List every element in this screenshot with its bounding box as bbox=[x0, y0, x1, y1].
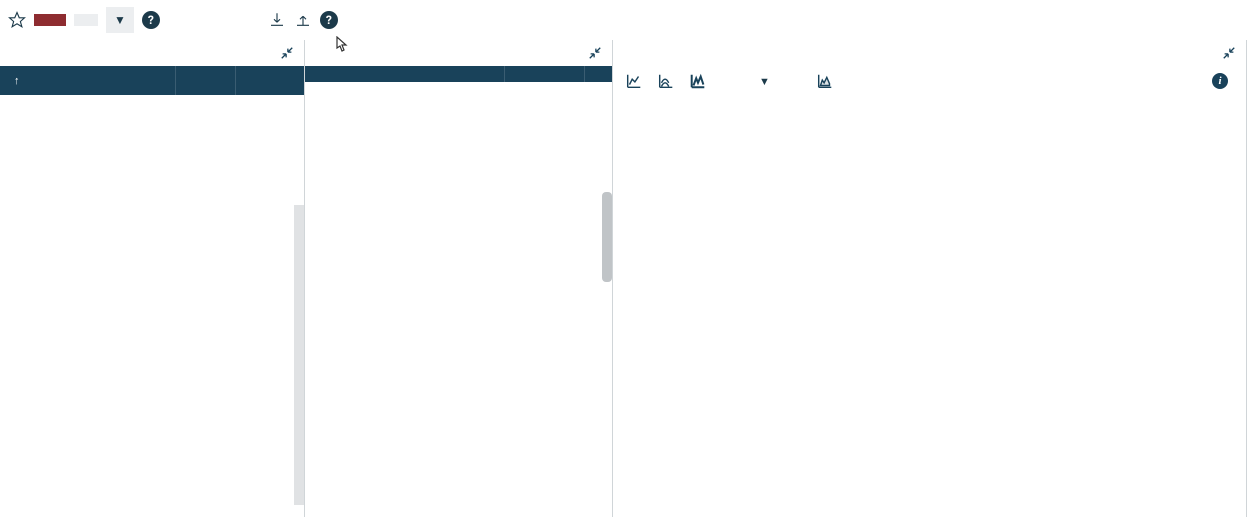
chart-area-icon[interactable] bbox=[816, 72, 834, 90]
apply-plate-link[interactable] bbox=[244, 16, 260, 24]
chart-overlay-icon[interactable] bbox=[625, 72, 643, 90]
chart-single-icon[interactable] bbox=[689, 72, 707, 90]
help-icon-2[interactable]: ? bbox=[320, 11, 338, 29]
metabolites-panel bbox=[305, 40, 613, 517]
collapse-icon[interactable] bbox=[588, 46, 602, 60]
wells-col-well[interactable] bbox=[176, 66, 236, 95]
wells-table-head: ↑ bbox=[0, 66, 304, 95]
wells-col-sample[interactable]: ↑ bbox=[0, 66, 176, 95]
integrate-button[interactable] bbox=[34, 14, 66, 26]
metabolites-col-name[interactable] bbox=[305, 66, 505, 82]
chevron-down-icon: ▼ bbox=[759, 75, 770, 88]
scrollbar-track[interactable] bbox=[294, 205, 304, 505]
help-icon[interactable]: ? bbox=[142, 11, 160, 29]
chromatograms-panel: ▼ i bbox=[613, 40, 1247, 517]
upload-icon[interactable] bbox=[294, 11, 312, 29]
metabolites-table-head bbox=[305, 66, 612, 82]
chart-area[interactable] bbox=[613, 96, 1246, 517]
wells-panel: ↑ bbox=[0, 40, 305, 517]
chart-stack-icon[interactable] bbox=[657, 72, 675, 90]
autopick-caret[interactable]: ▼ bbox=[106, 7, 134, 33]
layout-mode-dropdown[interactable]: ▼ bbox=[753, 75, 770, 88]
autopick-dropdown[interactable] bbox=[74, 14, 98, 26]
info-icon: i bbox=[1212, 73, 1228, 89]
apply-default-link[interactable] bbox=[220, 16, 236, 24]
wells-table-body[interactable] bbox=[0, 95, 304, 517]
chroma-toolbar: ▼ i bbox=[613, 66, 1246, 96]
default-mode-indicator[interactable]: i bbox=[1212, 73, 1234, 89]
favorite-star-icon[interactable] bbox=[8, 11, 26, 29]
collapse-icon[interactable] bbox=[1222, 46, 1236, 60]
sort-asc-icon: ↑ bbox=[14, 74, 20, 87]
scrollbar-thumb[interactable] bbox=[602, 192, 612, 282]
chromatogram-chart[interactable] bbox=[633, 114, 1226, 454]
discard-settings-link[interactable] bbox=[196, 16, 212, 24]
metabolites-table-body[interactable] bbox=[305, 82, 612, 517]
top-toolbar: ▼ ? ? bbox=[0, 0, 1247, 40]
metabolites-col-rt[interactable] bbox=[505, 66, 585, 82]
download-icon[interactable] bbox=[268, 11, 286, 29]
collapse-icon[interactable] bbox=[280, 46, 294, 60]
